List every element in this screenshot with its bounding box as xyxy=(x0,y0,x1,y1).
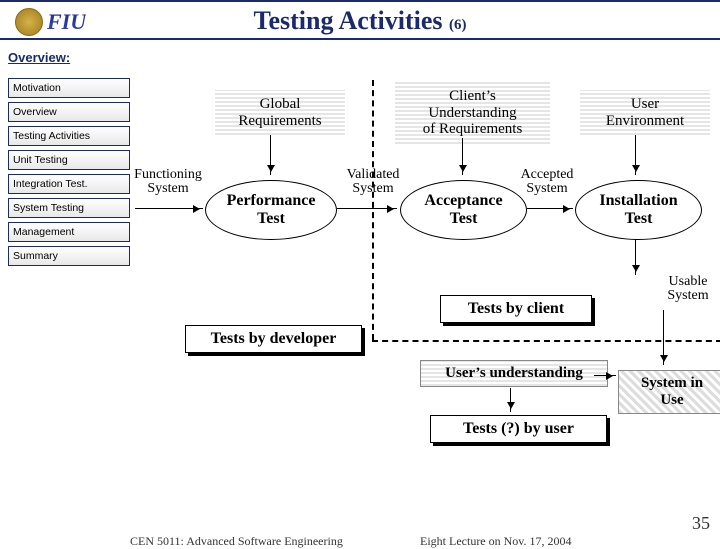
fiu-logo: FIU xyxy=(15,8,86,36)
dashed-divider-vertical xyxy=(372,80,374,340)
sidebar-item-management[interactable]: Management xyxy=(8,222,130,242)
slide-title-suffix: (6) xyxy=(449,17,467,33)
sidebar-item-system-testing[interactable]: System Testing xyxy=(8,198,130,218)
arrow-down-icon xyxy=(270,135,271,175)
sidebar-item-overview[interactable]: Overview xyxy=(8,102,130,122)
box-users-understanding: User’s understanding xyxy=(420,360,608,387)
box-tests-by-client: Tests by client xyxy=(440,295,592,323)
arrow-down-icon xyxy=(663,310,664,365)
box-tests-by-user: Tests (?) by user xyxy=(430,415,607,443)
slide-title: Testing Activities xyxy=(254,6,443,35)
sidebar-item-motivation[interactable]: Motivation xyxy=(8,78,130,98)
label-usable-system: UsableSystem xyxy=(658,275,718,303)
sidebar-item-unit-testing[interactable]: Unit Testing xyxy=(8,150,130,170)
arrow-right-icon xyxy=(594,375,616,376)
slide-number: 35 xyxy=(692,513,710,534)
arrow-down-icon xyxy=(510,388,511,412)
dashed-divider-horizontal xyxy=(372,340,720,342)
sidebar-item-integration-test[interactable]: Integration Test. xyxy=(8,174,130,194)
overview-heading: Overview: xyxy=(8,50,720,65)
arrow-down-icon xyxy=(462,138,463,175)
ellipse-installation-test: InstallationTest xyxy=(575,180,702,240)
box-system-in-use: System inUse xyxy=(618,370,720,414)
sidebar: Motivation Overview Testing Activities U… xyxy=(8,78,130,270)
diagram-area: GlobalRequirements Client’sUnderstanding… xyxy=(140,80,720,480)
label-accepted-system: AcceptedSystem xyxy=(512,168,582,196)
sidebar-item-summary[interactable]: Summary xyxy=(8,246,130,266)
arrow-right-icon xyxy=(337,208,397,209)
title-bar: FIU Testing Activities (6) xyxy=(0,0,720,40)
seal-icon xyxy=(15,8,43,36)
ellipse-acceptance-test: AcceptanceTest xyxy=(400,180,527,240)
label-functioning-system: FunctioningSystem xyxy=(128,168,208,196)
box-global-requirements: GlobalRequirements xyxy=(215,90,345,135)
footer-right: Eight Lecture on Nov. 17, 2004 xyxy=(420,534,572,549)
arrow-down-icon xyxy=(635,135,636,175)
fiu-text-icon: FIU xyxy=(47,9,86,35)
footer-left: CEN 5011: Advanced Software Engineering xyxy=(130,534,343,549)
box-clients-understanding: Client’sUnderstandingof Requirements xyxy=(395,82,550,144)
arrow-right-icon xyxy=(135,208,203,209)
sidebar-item-testing-activities[interactable]: Testing Activities xyxy=(8,126,130,146)
box-user-environment: UserEnvironment xyxy=(580,90,710,135)
box-tests-by-developer: Tests by developer xyxy=(185,325,362,353)
arrow-down-icon xyxy=(635,240,636,275)
ellipse-performance-test: PerformanceTest xyxy=(205,180,337,240)
arrow-right-icon xyxy=(527,208,573,209)
